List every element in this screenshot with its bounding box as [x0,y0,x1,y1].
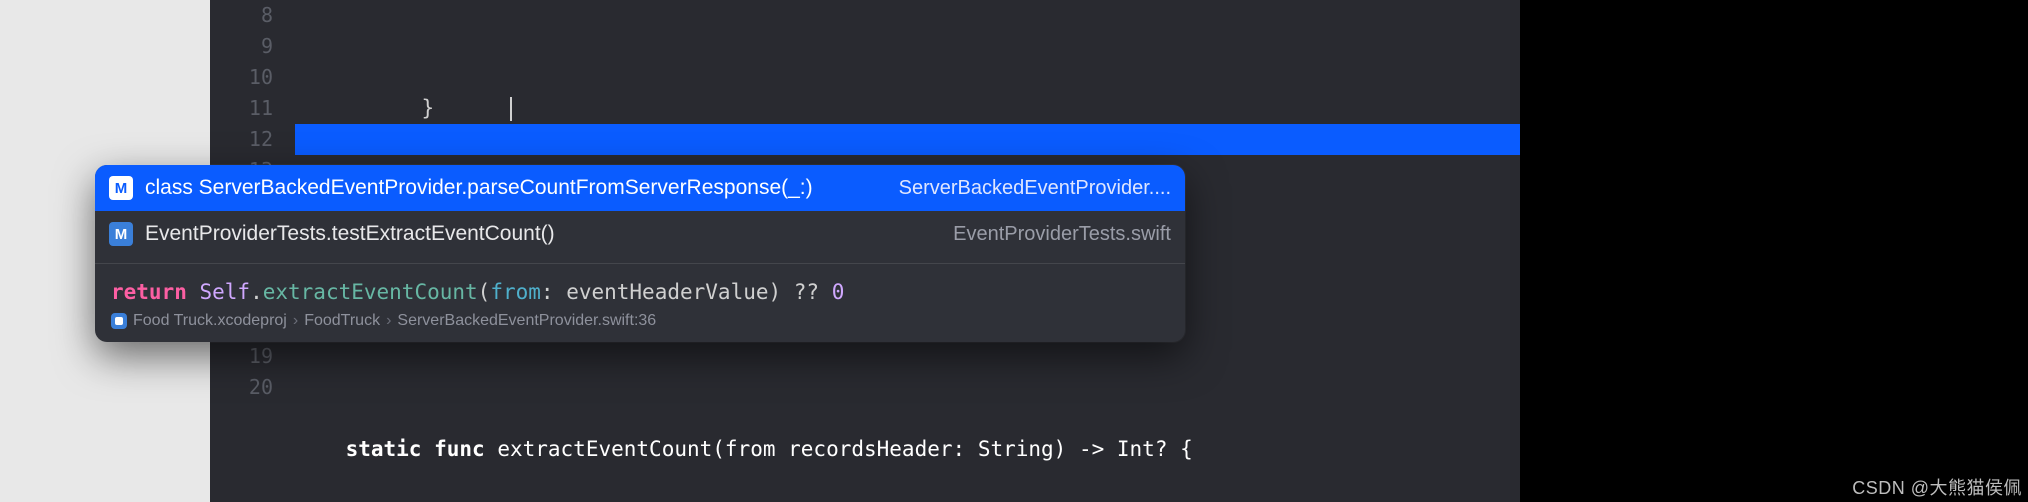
line-number: 11 [210,93,273,124]
popover-divider [95,263,1185,264]
line-number: 9 [210,31,273,62]
line-number: 10 [210,62,273,93]
caller-row[interactable]: M EventProviderTests.testExtractEventCou… [95,211,1185,257]
line-number: 19 [210,341,273,372]
callers-popover: M class ServerBackedEventProvider.parseC… [95,165,1185,342]
chevron-right-icon: › [386,312,391,330]
code-line [295,341,1332,372]
line-number: 8 [210,0,273,31]
line-number: 20 [210,372,273,403]
watermark: CSDN @大熊猫侯佩 [1852,474,2022,500]
caller-location: ServerBackedEventProvider.... [899,177,1171,200]
breadcrumb-seg: Food Truck.xcodeproj [133,312,287,330]
breadcrumb[interactable]: Food Truck.xcodeproj › FoodTruck › Serve… [95,310,1185,342]
caller-name: class ServerBackedEventProvider.parseCou… [145,176,887,200]
method-badge-icon: M [109,222,133,246]
text-caret [510,97,512,121]
caller-row[interactable]: M class ServerBackedEventProvider.parseC… [95,165,1185,211]
editor-right-background [1520,0,2028,502]
caller-preview: return Self.extractEventCount(from: even… [95,270,1185,310]
breadcrumb-seg: ServerBackedEventProvider.swift:36 [397,312,656,330]
method-badge-icon: M [109,176,133,200]
code-line-selected: static func extractEventCount(from recor… [295,434,1332,465]
line-number: 12 [210,124,273,155]
project-icon [111,313,127,329]
caller-name: EventProviderTests.testExtractEventCount… [145,222,941,246]
code-line: } [295,62,1332,93]
breadcrumb-seg: FoodTruck [304,312,380,330]
caller-location: EventProviderTests.swift [953,223,1171,246]
chevron-right-icon: › [293,312,298,330]
